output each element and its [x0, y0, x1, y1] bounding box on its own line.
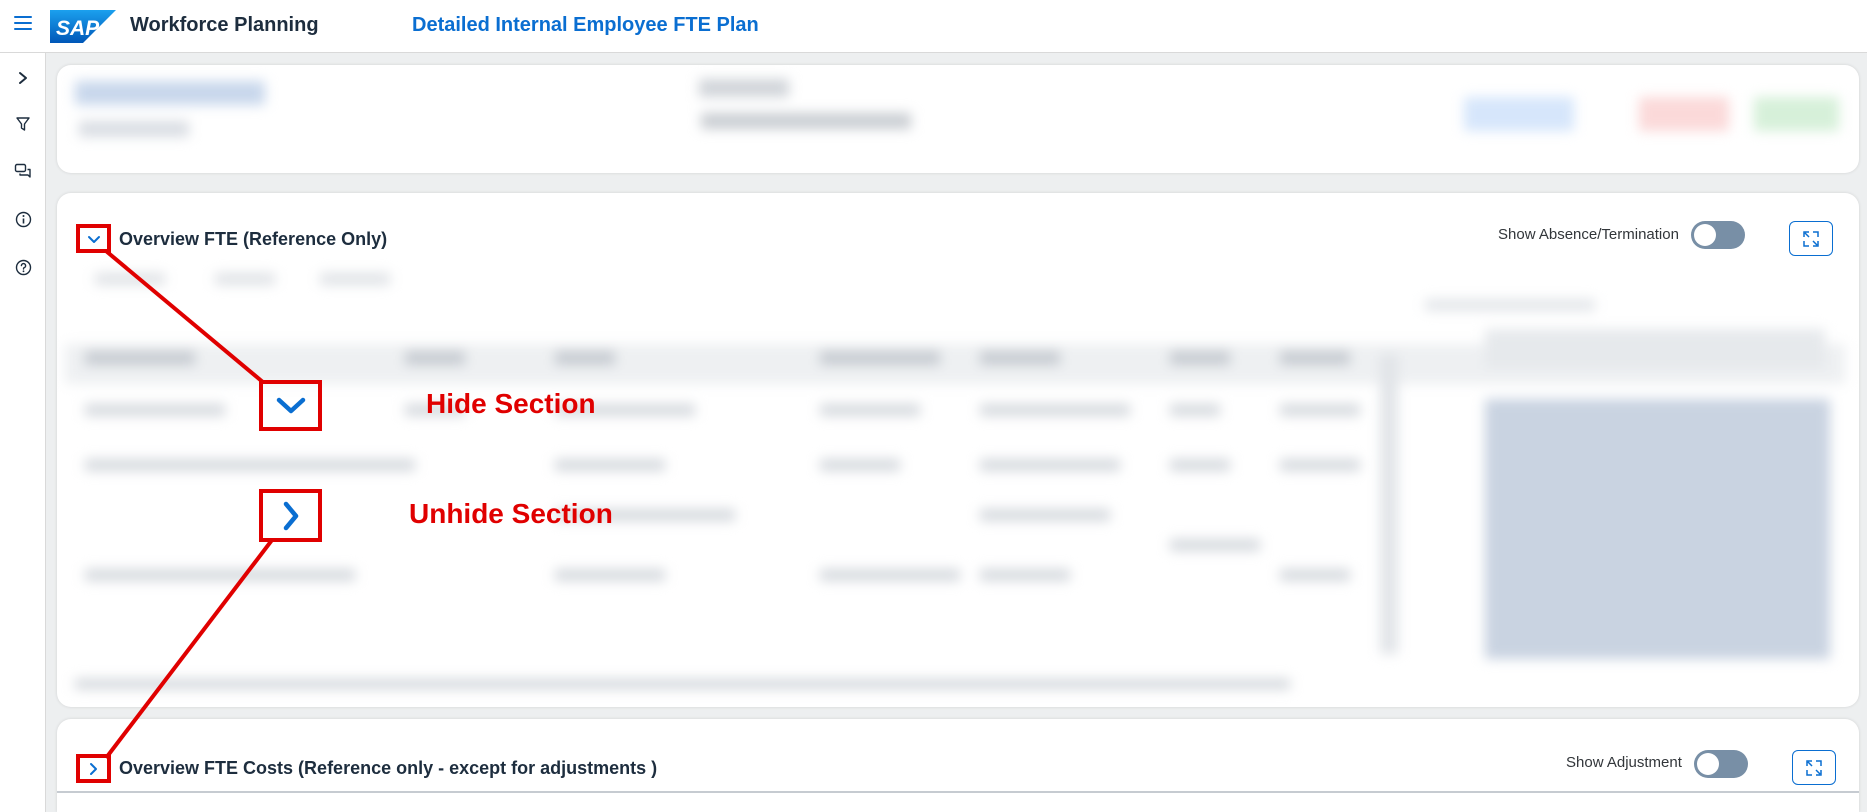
svg-text:SAP: SAP	[56, 17, 100, 40]
menu-icon[interactable]	[14, 16, 32, 32]
chevron-down-icon	[276, 397, 305, 413]
fullscreen-icon	[1806, 759, 1822, 776]
annotation-zoom-hide	[259, 380, 322, 431]
section-title: Overview FTE (Reference Only)	[119, 229, 388, 249]
fullscreen-button[interactable]	[1792, 750, 1836, 785]
divider	[57, 791, 1859, 793]
section-title: Overview FTE Costs (Reference only - exc…	[119, 758, 658, 778]
annotation-box-collapse	[76, 224, 111, 253]
overview-fte-section: Overview FTE (Reference Only) Show Absen…	[57, 193, 1859, 707]
fullscreen-button[interactable]	[1789, 221, 1833, 256]
annotation-unhide-label: Unhide Section	[409, 498, 613, 529]
chevron-right-icon	[283, 501, 298, 530]
blurred-fte-table	[65, 259, 1855, 699]
help-icon[interactable]	[12, 256, 34, 278]
absence-termination-toggle[interactable]	[1691, 221, 1745, 249]
toggle-label: Show Adjustment	[1566, 754, 1682, 771]
side-navigation	[0, 53, 46, 812]
info-icon[interactable]	[12, 208, 34, 230]
app-title: Workforce Planning	[130, 14, 319, 36]
toggle-label: Show Absence/Termination	[1498, 226, 1679, 243]
annotation-hide-label: Hide Section	[426, 388, 596, 419]
page-heading: Detailed Internal Employee FTE Plan	[412, 14, 759, 36]
blurred-summary	[69, 75, 1849, 163]
annotation-zoom-unhide	[259, 489, 322, 542]
filter-icon[interactable]	[12, 113, 34, 135]
summary-card	[57, 65, 1859, 173]
fullscreen-icon	[1803, 230, 1819, 247]
sap-logo[interactable]: SAP	[50, 10, 116, 43]
expand-icon[interactable]	[12, 67, 34, 89]
adjustment-toggle[interactable]	[1694, 750, 1748, 778]
overview-fte-costs-section: Overview FTE Costs (Reference only - exc…	[57, 719, 1859, 812]
shell-bar: SAP Workforce Planning Detailed Internal…	[0, 0, 1867, 53]
annotation-box-expand	[76, 754, 111, 783]
comments-icon[interactable]	[12, 160, 34, 182]
